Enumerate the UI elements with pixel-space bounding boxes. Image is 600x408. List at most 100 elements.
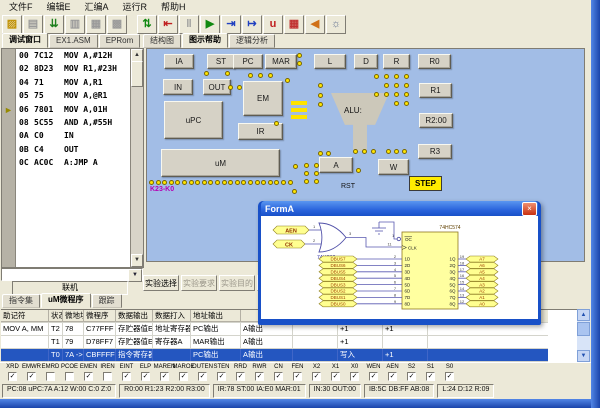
table-scrollbar[interactable]: ▲ ▼ xyxy=(577,309,590,362)
signal-checkbox[interactable]: ✓ xyxy=(27,372,36,381)
toolbar-button[interactable]: ▥ xyxy=(65,15,85,34)
toolbar-button[interactable]: ▤ xyxy=(23,15,43,34)
toolbar-button[interactable]: ⇤ xyxy=(158,15,178,34)
data-tab[interactable]: 指令集 xyxy=(2,294,40,308)
menu-item[interactable]: 编辑E xyxy=(40,0,78,13)
signal-checkbox[interactable]: ✓ xyxy=(122,372,131,381)
scroll-thumb[interactable] xyxy=(577,322,590,336)
experiment-button[interactable]: 实验选择 xyxy=(143,275,179,291)
block-pc[interactable]: PC xyxy=(233,54,263,69)
toolbar-button[interactable]: ▦ xyxy=(86,15,106,34)
data-tab[interactable]: uM微程序 xyxy=(41,293,91,308)
signal-checkbox[interactable]: ✓ xyxy=(274,372,283,381)
menu-item[interactable]: 汇编A xyxy=(78,0,116,13)
code-line[interactable]: 08 5C55 AND A,#55H xyxy=(19,118,130,131)
signal-checkbox[interactable]: ✓ xyxy=(217,372,226,381)
block-r[interactable]: R xyxy=(383,54,410,69)
panel-tab[interactable]: 调试窗口 xyxy=(2,33,48,48)
toolbar-button[interactable]: ▩ xyxy=(107,15,127,34)
menu-item[interactable]: 帮助H xyxy=(154,0,193,13)
signal-checkbox[interactable]: ✓ xyxy=(160,372,169,381)
toolbar-button[interactable]: ⇅ xyxy=(137,15,157,34)
table-row[interactable]: T0 7A -> CBFFFF 指令寄存器 PC输出 A输出 写入 +1 xyxy=(1,349,548,362)
signal-checkbox[interactable] xyxy=(46,372,55,381)
signal-checkbox[interactable] xyxy=(65,372,74,381)
block-w[interactable]: W xyxy=(378,159,409,175)
block-em[interactable]: EM xyxy=(243,81,283,116)
signal-checkbox[interactable]: ✓ xyxy=(236,372,245,381)
block-mar[interactable]: MAR xyxy=(265,54,297,69)
toolbar-button[interactable]: ▨ xyxy=(2,15,22,34)
toolbar-button[interactable]: ◀ xyxy=(305,15,325,34)
scroll-down-icon[interactable]: ▼ xyxy=(577,350,590,362)
view-tab[interactable]: 图示帮助 xyxy=(182,33,228,48)
step-button[interactable]: STEP xyxy=(409,176,442,191)
block-a[interactable]: A xyxy=(319,157,353,173)
signal-checkbox[interactable]: ✓ xyxy=(331,372,340,381)
signal-checkbox[interactable]: ✓ xyxy=(141,372,150,381)
signal-checkbox[interactable]: ✓ xyxy=(8,372,17,381)
scroll-thumb[interactable] xyxy=(131,61,143,87)
signal-checkbox[interactable]: ✓ xyxy=(426,372,435,381)
block-r1[interactable]: R1 xyxy=(419,83,452,98)
toolbar-button[interactable]: ↦ xyxy=(242,15,262,34)
signal-checkbox[interactable]: ✓ xyxy=(312,372,321,381)
signal-checkbox[interactable]: ✓ xyxy=(445,372,454,381)
signal-checkbox[interactable]: ✓ xyxy=(388,372,397,381)
signal-label: IREN xyxy=(100,363,114,372)
program-select-combo[interactable]: ▼ xyxy=(1,268,143,281)
signal-checkbox[interactable] xyxy=(103,372,112,381)
experiment-button[interactable]: 实验要求 xyxy=(181,275,217,291)
scroll-down-icon[interactable]: ▼ xyxy=(131,254,143,267)
menu-item[interactable]: 运行R xyxy=(116,0,155,13)
signal-checkbox[interactable]: ✓ xyxy=(407,372,416,381)
code-line[interactable]: 0C AC0C A:JMP A xyxy=(19,158,130,171)
block-um[interactable]: uM xyxy=(161,149,280,177)
combo-dropdown-icon[interactable]: ▼ xyxy=(128,269,142,282)
signal-checkbox[interactable]: ✓ xyxy=(198,372,207,381)
signal-checkbox[interactable]: ✓ xyxy=(369,372,378,381)
block-st[interactable]: ST xyxy=(207,54,235,69)
block-r2[interactable]: R2:00 xyxy=(419,113,453,128)
block-l[interactable]: L xyxy=(314,54,346,69)
code-line[interactable]: 04 71 MOV A,R1 xyxy=(19,78,130,91)
code-line[interactable]: 02 8D23 MOV R1,#23H xyxy=(19,64,130,77)
signal-checkbox[interactable]: ✓ xyxy=(350,372,359,381)
code-line[interactable]: 0B C4 OUT xyxy=(19,145,130,158)
block-in[interactable]: IN xyxy=(163,79,193,95)
experiment-button[interactable]: 实验目的 xyxy=(219,275,255,291)
close-icon[interactable]: × xyxy=(522,202,537,216)
code-line[interactable]: 05 75 MOV A,@R1 xyxy=(19,91,130,104)
signal-checkbox[interactable]: ✓ xyxy=(84,372,93,381)
table-row[interactable]: T1 79 D78FF7 存贮器值EM 寄存器A MAR输出 A输出 +1 xyxy=(1,336,548,349)
block-d[interactable]: D xyxy=(354,54,378,69)
block-upc[interactable]: uPC xyxy=(164,101,223,139)
view-tab[interactable]: 结构图 xyxy=(143,34,181,48)
signal-checkbox[interactable]: ✓ xyxy=(293,372,302,381)
data-tab[interactable]: 跟踪 xyxy=(92,294,122,308)
scroll-up-icon[interactable]: ▲ xyxy=(577,309,590,321)
view-tab[interactable]: 逻辑分析 xyxy=(229,34,275,48)
code-line[interactable]: 06 7801 MOV A,01H xyxy=(19,105,130,118)
signal-checkbox[interactable]: ✓ xyxy=(179,372,188,381)
block-out[interactable]: OUT xyxy=(203,79,231,95)
toolbar-button[interactable]: ▶ xyxy=(200,15,220,34)
panel-tab[interactable]: EPRom xyxy=(99,34,141,48)
block-ia[interactable]: IA xyxy=(164,54,194,69)
toolbar-button[interactable]: ☼ xyxy=(326,15,346,34)
menu-item[interactable]: 文件F xyxy=(2,0,40,13)
panel-tab[interactable]: EX1.ASM xyxy=(49,34,98,48)
forma-title-bar[interactable]: FormA × xyxy=(261,201,538,216)
toolbar-button[interactable]: ⇊ xyxy=(44,15,64,34)
toolbar-button[interactable]: ‖ xyxy=(179,15,199,34)
code-scrollbar[interactable]: ▲ ▼ xyxy=(130,49,143,267)
toolbar-button[interactable]: ▦ xyxy=(284,15,304,34)
toolbar-button[interactable]: u xyxy=(263,15,283,34)
signal-label: X2 xyxy=(313,363,320,372)
block-r0[interactable]: R0 xyxy=(418,54,451,69)
code-line[interactable]: 0A C0 IN xyxy=(19,131,130,144)
signal-checkbox[interactable]: ✓ xyxy=(255,372,264,381)
toolbar-button[interactable]: ⇥ xyxy=(221,15,241,34)
code-line[interactable]: 00 7C12 MOV A,#12H xyxy=(19,51,130,64)
block-r3[interactable]: R3 xyxy=(418,144,452,159)
